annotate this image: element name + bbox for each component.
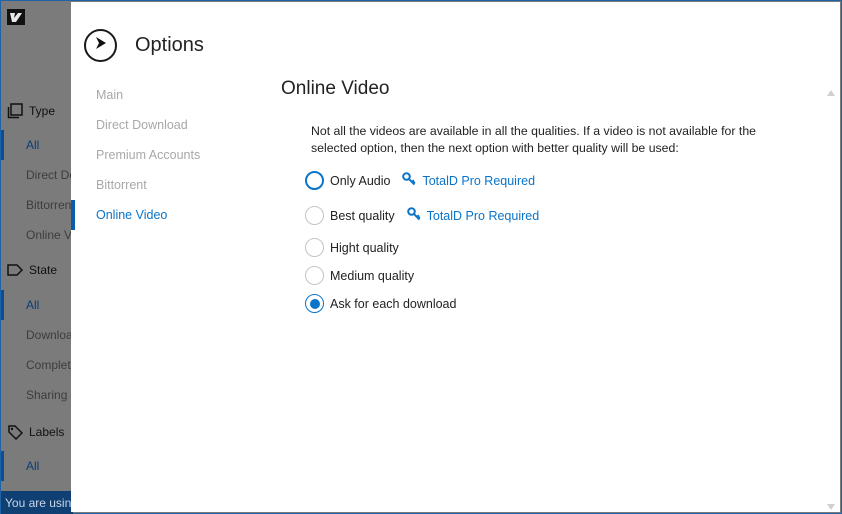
state-item-downloading[interactable]: Downloa bbox=[26, 328, 72, 342]
pro-required-label: TotalD Pro Required bbox=[422, 173, 536, 188]
type-item-direct-download[interactable]: Direct Do bbox=[26, 168, 72, 182]
state-item-completed[interactable]: Complet bbox=[26, 358, 72, 372]
state-section-label: State bbox=[29, 263, 58, 277]
type-active-indicator bbox=[1, 130, 4, 160]
option-best-quality[interactable]: Best quality TotalD Pro Required bbox=[305, 206, 539, 225]
labels-section-header[interactable]: Labels bbox=[7, 424, 64, 440]
nav-item-main[interactable]: Main bbox=[71, 80, 271, 110]
section-title: Online Video bbox=[281, 78, 390, 99]
radio-hight-quality[interactable] bbox=[305, 238, 324, 257]
pro-required-link[interactable]: TotalD Pro Required bbox=[406, 207, 540, 224]
pro-required-link[interactable]: TotalD Pro Required bbox=[402, 172, 535, 189]
scroll-down-arrow-icon[interactable] bbox=[826, 498, 836, 510]
radio-only-audio[interactable] bbox=[305, 171, 324, 190]
state-active-indicator bbox=[1, 290, 4, 320]
labels-item-all[interactable]: All bbox=[26, 459, 72, 473]
radio-ask-each-download[interactable] bbox=[305, 294, 324, 313]
nav-item-bittorrent[interactable]: Bittorrent bbox=[71, 170, 271, 200]
option-only-audio[interactable]: Only Audio TotalD Pro Required bbox=[305, 171, 535, 190]
pro-required-label: TotalD Pro Required bbox=[426, 208, 540, 223]
options-nav: Main Direct Download Premium Accounts Bi… bbox=[71, 80, 271, 230]
nav-item-premium-accounts[interactable]: Premium Accounts bbox=[71, 140, 271, 170]
radio-medium-quality[interactable] bbox=[305, 266, 324, 285]
type-item-all[interactable]: All bbox=[26, 138, 72, 152]
state-item-all[interactable]: All bbox=[26, 298, 72, 312]
type-item-online-video[interactable]: Online V bbox=[26, 228, 72, 242]
radio-best-quality[interactable] bbox=[305, 206, 324, 225]
options-content: Online Video Not all the videos are avai… bbox=[281, 2, 821, 512]
option-ask-each-download[interactable]: Ask for each download bbox=[305, 294, 456, 313]
radio-dot bbox=[309, 298, 320, 309]
type-section-label: Type bbox=[29, 104, 56, 118]
tag-icon bbox=[7, 263, 23, 277]
type-item-bittorrent[interactable]: Bittorren bbox=[26, 198, 72, 212]
nav-item-direct-download[interactable]: Direct Download bbox=[71, 110, 271, 140]
option-label: Medium quality bbox=[330, 268, 415, 283]
nav-item-online-video[interactable]: Online Video bbox=[71, 200, 271, 230]
copy-icon bbox=[7, 103, 23, 119]
state-item-sharing[interactable]: Sharing bbox=[26, 388, 72, 402]
key-icon bbox=[406, 207, 427, 224]
option-label: Only Audio bbox=[330, 173, 391, 188]
labels-section-label: Labels bbox=[29, 425, 65, 439]
status-bar: You are using bbox=[1, 491, 73, 514]
option-medium-quality[interactable]: Medium quality bbox=[305, 266, 414, 285]
options-dialog: Options Main Direct Download Premium Acc… bbox=[71, 2, 840, 512]
option-label: Ask for each download bbox=[330, 296, 457, 311]
chevron-right-icon bbox=[93, 35, 109, 56]
type-section-header[interactable]: Type bbox=[7, 103, 55, 119]
back-button[interactable] bbox=[84, 29, 117, 62]
key-icon bbox=[402, 172, 422, 189]
option-label: Best quality bbox=[330, 208, 395, 223]
section-description: Not all the videos are available in all … bbox=[311, 124, 756, 155]
option-hight-quality[interactable]: Hight quality bbox=[305, 238, 399, 257]
option-label: Hight quality bbox=[330, 240, 399, 255]
dialog-header: Options bbox=[84, 29, 204, 62]
app-logo-icon bbox=[7, 9, 25, 25]
scroll-up-arrow-icon[interactable] bbox=[826, 84, 836, 96]
labels-active-indicator bbox=[1, 451, 4, 481]
dialog-title: Options bbox=[135, 34, 204, 56]
state-section-header[interactable]: State bbox=[7, 263, 57, 277]
labels-icon bbox=[7, 424, 23, 440]
